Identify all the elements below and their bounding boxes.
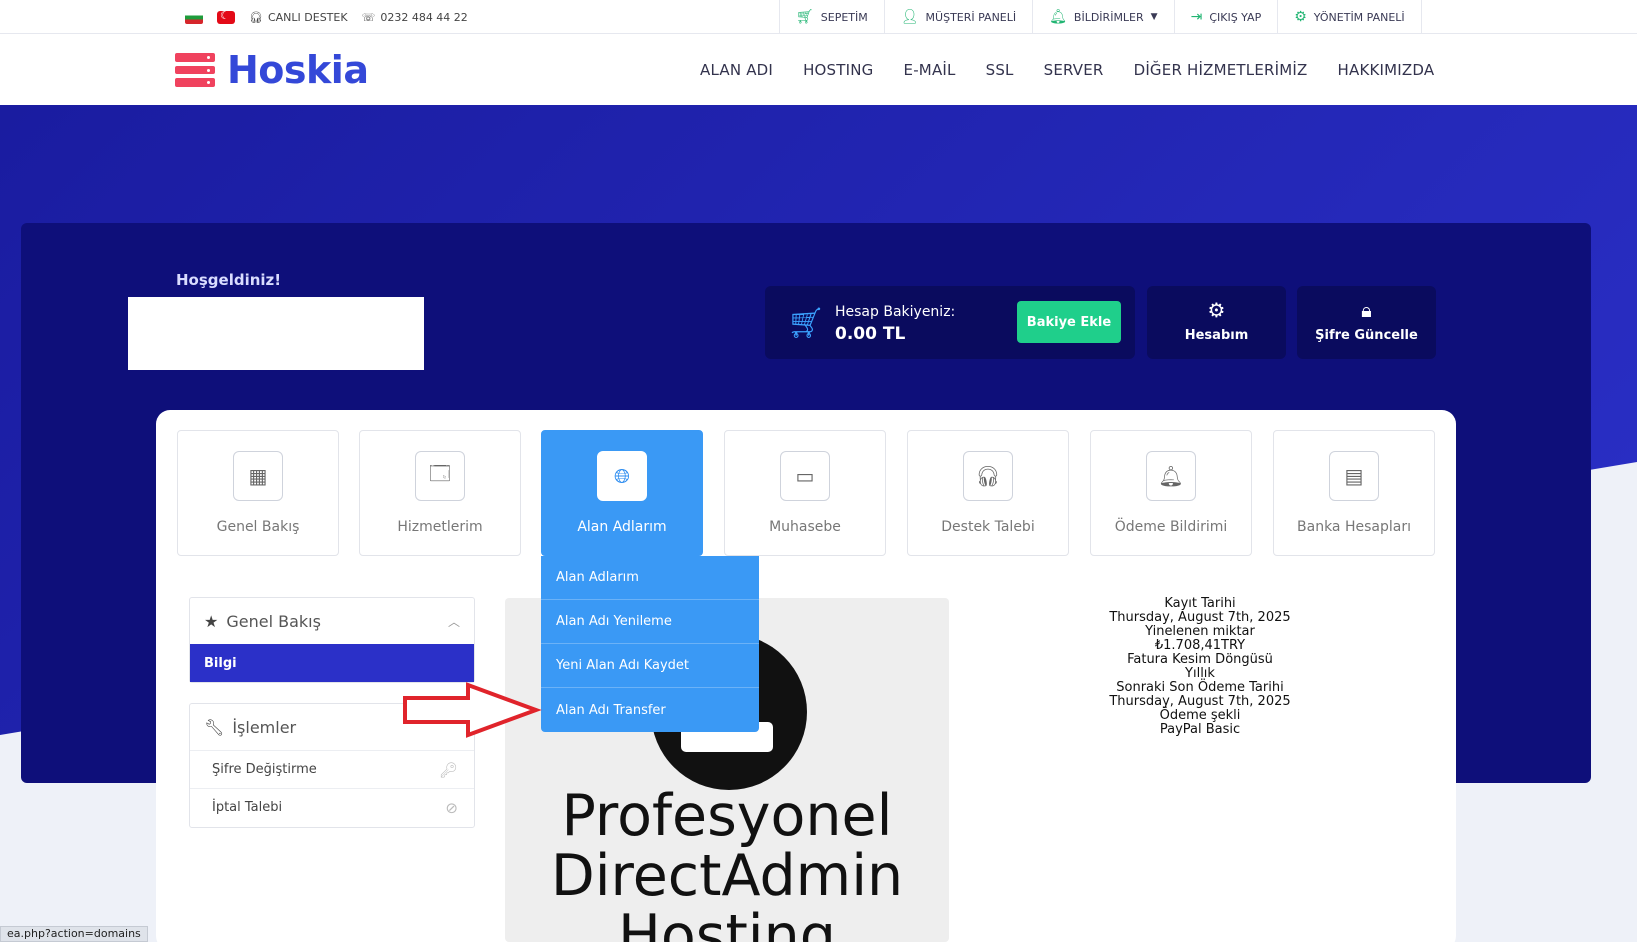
- dropdown-domain-transfer[interactable]: Alan Adı Transfer: [541, 688, 759, 732]
- domains-dropdown-menu: Alan Adlarım Alan Adı Yenileme Yeni Alan…: [541, 556, 759, 732]
- status-bar-url: ea.php?action=domains: [0, 926, 148, 942]
- dashboard-icon: ▦: [233, 451, 283, 501]
- caret-down-icon: ▼: [1150, 12, 1158, 22]
- top-bar: 🎧︎ CANLI DESTEK ☏ 0232 484 44 22 🛒︎SEPET…: [0, 0, 1637, 34]
- cart-link[interactable]: 🛒︎ SEPETİM: [780, 0, 885, 34]
- change-password-item[interactable]: Şifre Değiştirme 🔑︎: [190, 750, 474, 788]
- nav-server[interactable]: SERVER: [1044, 61, 1104, 79]
- key-icon: 🔑︎: [438, 760, 458, 779]
- card-icon: ▤: [1329, 451, 1379, 501]
- nav-email[interactable]: E-MAİL: [904, 61, 956, 79]
- globe-icon: 🌐︎: [597, 451, 647, 501]
- star-icon: ★: [204, 611, 219, 631]
- admin-panel-link[interactable]: ⚙ YÖNETİM PANELİ: [1278, 0, 1422, 34]
- lock-icon: 🔒︎: [1361, 298, 1372, 322]
- tile-accounting[interactable]: ▭ Muhasebe: [724, 430, 886, 556]
- balance-value: 0.00 TL: [835, 324, 906, 344]
- phone-icon: ☏: [361, 10, 376, 24]
- server-logo-icon: [175, 53, 215, 88]
- nav-other-services[interactable]: DİĞER HİZMETLERİMİZ: [1134, 61, 1308, 79]
- wrench-icon: 🔧︎: [204, 717, 225, 737]
- overview-panel: ★ Genel Bakış ︿ Bilgi: [189, 597, 475, 683]
- main-navbar: Hoskia ALAN ADI HOSTING E-MAİL SSL SERVE…: [0, 34, 1637, 105]
- headset-icon: 🎧︎: [249, 10, 263, 24]
- tile-my-services[interactable]: 🗔︎ Hizmetlerim: [359, 430, 521, 556]
- red-arrow-annotation: [403, 682, 542, 738]
- nav-domain[interactable]: ALAN ADI: [700, 61, 773, 79]
- gear-icon: ⚙: [1207, 298, 1226, 322]
- cart-icon: 🛒︎: [796, 9, 814, 25]
- brand-logo[interactable]: Hoskia: [175, 48, 369, 92]
- dropdown-register-domain[interactable]: Yeni Alan Adı Kaydet: [541, 644, 759, 688]
- headset-icon: 🎧︎: [963, 451, 1013, 501]
- user-icon: 👤︎: [900, 9, 919, 25]
- nav-hosting[interactable]: HOSTING: [803, 61, 873, 79]
- nav-about[interactable]: HAKKIMIZDA: [1338, 61, 1435, 79]
- update-password-button[interactable]: 🔒︎ Şifre Güncelle: [1297, 286, 1436, 359]
- overview-panel-header[interactable]: ★ Genel Bakış ︿: [190, 598, 474, 644]
- chevron-up-icon: ︿: [447, 614, 460, 629]
- welcome-heading: Hoşgeldiniz!: [176, 271, 282, 289]
- phone-link[interactable]: ☏ 0232 484 44 22: [362, 11, 468, 24]
- cancel-request-item[interactable]: İptal Talebi ⊘: [190, 788, 474, 826]
- tile-overview[interactable]: ▦ Genel Bakış: [177, 430, 339, 556]
- money-icon: ▭: [780, 451, 830, 501]
- logout-icon: ⇥: [1190, 9, 1203, 25]
- nav-ssl[interactable]: SSL: [986, 61, 1014, 79]
- tile-payment-notice[interactable]: 🔔︎ Ödeme Bildirimi: [1090, 430, 1252, 556]
- ban-icon: ⊘: [445, 798, 458, 817]
- customer-panel-link[interactable]: 👤︎ MÜŞTERİ PANELİ: [885, 0, 1034, 34]
- tile-my-domains[interactable]: 🌐︎ Alan Adlarım: [541, 430, 703, 556]
- overview-info-item[interactable]: Bilgi: [190, 644, 474, 682]
- dropdown-domain-renewal[interactable]: Alan Adı Yenileme: [541, 600, 759, 644]
- browser-cursor-icon: 🗔︎: [415, 451, 465, 501]
- my-account-button[interactable]: ⚙ Hesabım: [1147, 286, 1286, 359]
- add-balance-button[interactable]: Bakiye Ekle: [1017, 301, 1121, 343]
- bulgarian-flag-icon[interactable]: [185, 10, 203, 24]
- gears-icon: ⚙: [1294, 9, 1307, 25]
- balance-box: 🛒︎ Hesap Bakiyeniz: 0.00 TL Bakiye Ekle: [765, 286, 1135, 359]
- live-support-link[interactable]: 🎧︎ CANLI DESTEK: [249, 11, 348, 24]
- tile-support-ticket[interactable]: 🎧︎ Destek Talebi: [907, 430, 1069, 556]
- dropdown-my-domains[interactable]: Alan Adlarım: [541, 556, 759, 600]
- notifications-dropdown[interactable]: 🔔︎ BİLDİRİMLER ▼: [1033, 0, 1175, 34]
- logout-link[interactable]: ⇥ ÇIKIŞ YAP: [1175, 0, 1279, 34]
- tile-bank-accounts[interactable]: ▤ Banka Hesapları: [1273, 430, 1435, 556]
- service-info: Kayıt Tarihi Thursday, August 7th, 2025 …: [1109, 596, 1291, 737]
- redacted-user-info: [128, 297, 424, 370]
- cart-icon: 🛒︎: [787, 306, 826, 341]
- bell-icon: 🔔︎: [1146, 451, 1196, 501]
- bell-icon: 🔔︎: [1049, 9, 1067, 25]
- turkish-flag-icon[interactable]: [217, 10, 235, 24]
